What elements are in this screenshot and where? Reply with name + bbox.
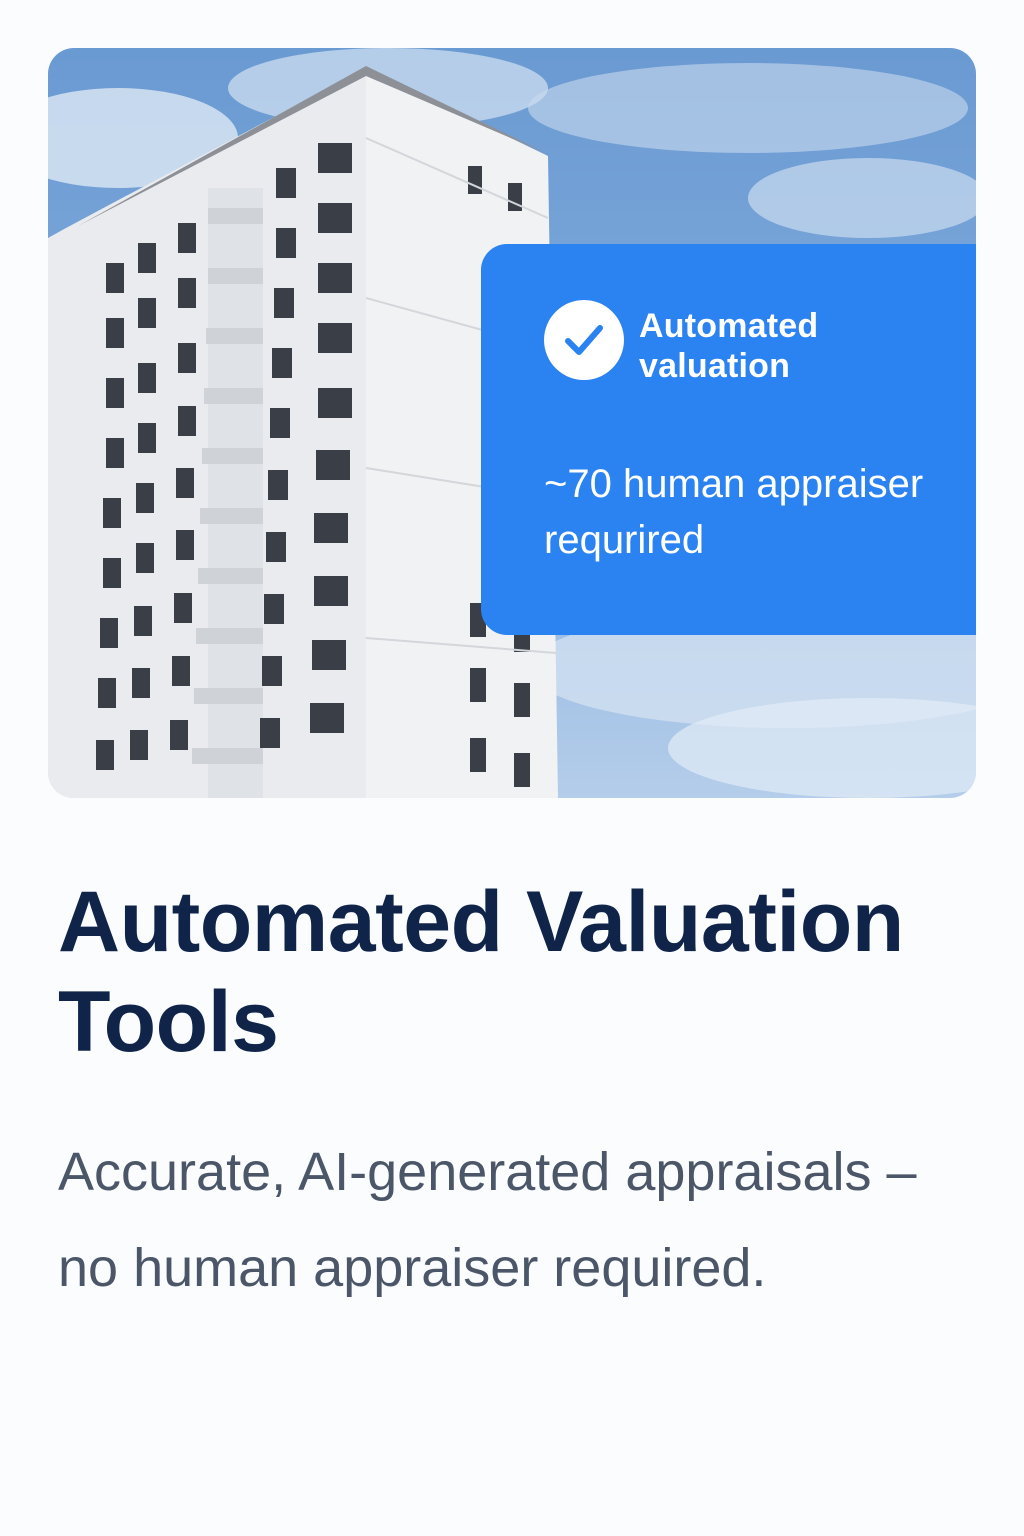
page-title: Automated Valuation Tools [58,874,904,1070]
page-subtitle: Accurate, AI-generated appraisals – no h… [58,1142,917,1298]
valuation-badge-card: Automated valuation ~70 human appraiser … [481,244,976,635]
checkmark-icon [544,300,624,380]
badge-label: Automated valuation [639,307,819,385]
badge-note: ~70 human appraiser requrired [544,462,924,562]
page: Automated valuation ~70 human appraiser … [0,0,1024,1536]
hero-image-card: Automated valuation ~70 human appraiser … [48,48,976,798]
